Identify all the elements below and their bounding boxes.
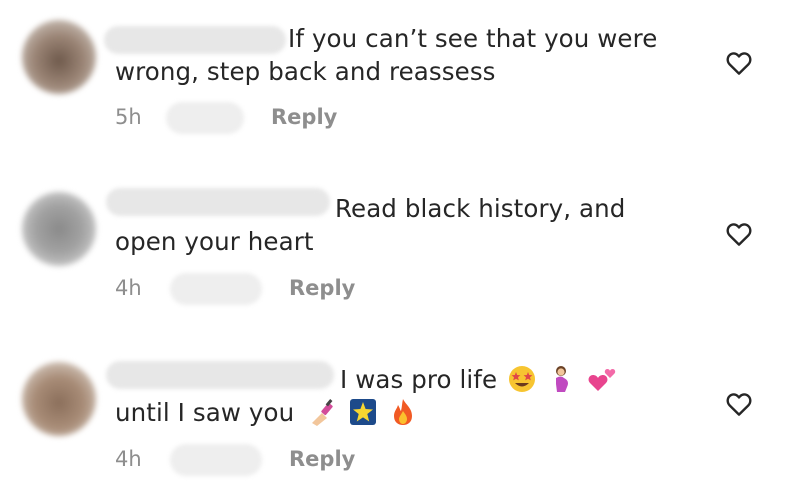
fire-emoji — [393, 399, 412, 425]
comment-text-line1: Read black history, and — [335, 194, 626, 223]
likes-count-redacted[interactable] — [166, 102, 244, 134]
comment-timestamp: 5h — [115, 105, 142, 129]
likes-count-redacted[interactable] — [170, 273, 262, 305]
comment-text-line1: I was pro life — [340, 365, 498, 394]
sparkle-star-emoji — [349, 399, 376, 425]
avatar[interactable] — [22, 20, 96, 94]
heart-icon[interactable] — [724, 48, 754, 78]
likes-count-redacted[interactable] — [170, 444, 262, 476]
heart-icon[interactable] — [724, 389, 754, 419]
comment-timestamp: 4h — [115, 447, 142, 471]
comment-text-line1: If you can’t see that you were — [288, 24, 658, 53]
comment-text: I was pro life until I saw you — [115, 363, 690, 429]
comment-item: If you can’t see that you were wrong, st… — [0, 0, 800, 150]
comment-text-line2: wrong, step back and reassess — [115, 57, 496, 86]
comment-item: I was pro life until I saw you 4h Reply — [0, 341, 800, 491]
reply-button[interactable]: Reply — [289, 276, 355, 300]
comment-text-line2: until I saw you — [115, 398, 295, 427]
star-struck-emoji — [509, 366, 536, 392]
nail-polish-emoji — [312, 399, 333, 426]
reply-button[interactable]: Reply — [289, 447, 355, 471]
comment-timestamp: 4h — [115, 276, 142, 300]
comment-text-line2: open your heart — [115, 227, 314, 256]
heart-icon[interactable] — [724, 219, 754, 249]
comment-text: If you can’t see that you were wrong, st… — [115, 22, 690, 88]
avatar[interactable] — [22, 192, 96, 266]
comment-item: Read black history, and open your heart … — [0, 170, 800, 320]
comment-text: Read black history, and open your heart — [115, 192, 690, 258]
pregnant-woman-emoji — [555, 366, 568, 392]
two-hearts-emoji — [588, 369, 616, 391]
reply-button[interactable]: Reply — [271, 105, 337, 129]
avatar[interactable] — [22, 362, 96, 436]
